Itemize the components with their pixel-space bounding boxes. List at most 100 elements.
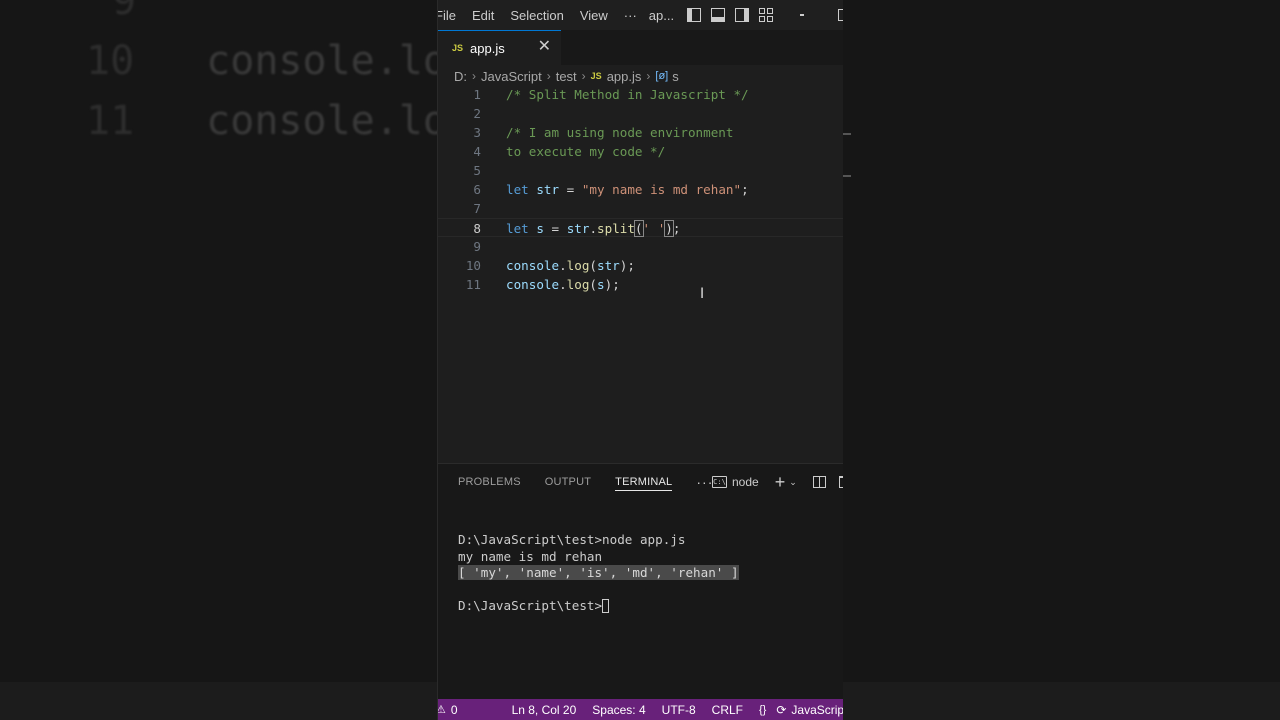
breadcrumb-file[interactable]: app.js	[607, 69, 642, 84]
code-token: ;	[672, 221, 681, 236]
toggle-primary-sidebar-icon[interactable]	[687, 8, 702, 22]
code-token: (	[589, 258, 598, 273]
background-right	[843, 0, 1280, 720]
line-number: 11	[465, 277, 481, 292]
code-token: .	[559, 258, 567, 273]
tab-app-js[interactable]: JS app.js ✕	[438, 30, 561, 65]
terminal-prompt: D:\JavaScript\test>	[458, 598, 603, 613]
code-token: .	[559, 277, 567, 292]
chevron-right-icon: ›	[581, 69, 586, 83]
code-token: console	[506, 277, 560, 292]
close-icon[interactable]: ✕	[538, 39, 551, 55]
tab-problems[interactable]: PROBLEMS	[458, 476, 521, 488]
menu-selection[interactable]: Selection	[502, 8, 571, 23]
bg-mark	[843, 175, 851, 177]
more-actions-icon[interactable]: ···	[696, 474, 713, 490]
code-token: s	[597, 277, 605, 292]
code-line[interactable]: 11 console.log(s);	[438, 275, 843, 294]
code-text: console.log(s);	[506, 275, 620, 294]
menu-more[interactable]: ···	[616, 8, 645, 23]
window-title: ap...	[648, 7, 675, 23]
tab-output[interactable]: OUTPUT	[545, 476, 591, 488]
menu-file[interactable]: File	[438, 8, 464, 23]
chevron-down-icon[interactable]: ⌄	[789, 477, 797, 488]
variable-symbol-icon: [ø]	[655, 70, 669, 82]
bottom-panel: PROBLEMS OUTPUT TERMINAL ··· C:\ node + …	[438, 463, 843, 699]
bg-status-strip	[0, 682, 437, 720]
code-token: let	[506, 221, 529, 236]
line-number: 1	[473, 87, 481, 102]
code-token: log	[566, 277, 590, 292]
code-token: )	[664, 220, 674, 237]
code-line[interactable]: 3 /* I am using node environment	[438, 123, 843, 142]
breadcrumb-symbol[interactable]: s	[672, 69, 679, 84]
code-line[interactable]: 1 /* Split Method in Javascript */	[438, 85, 843, 104]
language-status-icon[interactable]: ⟳	[776, 703, 786, 717]
code-line[interactable]: 7	[438, 199, 843, 218]
trash-icon[interactable]	[838, 476, 843, 488]
code-token: .	[589, 221, 598, 236]
layout-controls	[682, 8, 778, 22]
encoding[interactable]: UTF-8	[662, 703, 696, 717]
line-number: 6	[473, 182, 481, 197]
javascript-file-icon: JS	[590, 71, 602, 81]
minimize-icon[interactable]	[800, 14, 805, 16]
code-token: console	[506, 258, 560, 273]
code-editor[interactable]: 1 /* Split Method in Javascript */ 2 3 /* I …	[438, 85, 843, 463]
warnings-count: 0	[450, 702, 458, 717]
language-mode[interactable]: JavaScript	[791, 703, 843, 717]
line-number: 2	[473, 106, 481, 121]
braces-icon[interactable]: {}	[759, 704, 766, 716]
split-terminal-icon[interactable]	[812, 476, 826, 488]
code-token: to execute my code */	[506, 144, 666, 159]
maximize-icon[interactable]	[838, 9, 843, 21]
code-line[interactable]: 2	[438, 104, 843, 123]
cursor-position[interactable]: Ln 8, Col 20	[512, 703, 577, 717]
vscode-window: File Edit Selection View ··· ap... JS ap…	[437, 0, 843, 720]
code-token: str	[597, 258, 620, 273]
code-text: let s = str.split(' ');	[506, 219, 680, 238]
code-line[interactable]: 5	[438, 161, 843, 180]
line-number: 9	[473, 239, 481, 254]
tab-terminal[interactable]: TERMINAL	[615, 476, 673, 491]
code-line[interactable]: 8 let s = str.split(' ');	[438, 218, 843, 237]
customize-layout-icon[interactable]	[759, 8, 774, 22]
editor-tab-bar: JS app.js ✕	[438, 30, 843, 65]
code-line[interactable]: 9	[438, 237, 843, 256]
line-number: 5	[473, 163, 481, 178]
indentation[interactable]: Spaces: 4	[592, 703, 645, 717]
menu-edit[interactable]: Edit	[464, 8, 502, 23]
breadcrumb-drive[interactable]: D:	[454, 69, 467, 84]
new-terminal-icon[interactable]: +	[775, 473, 786, 491]
terminal-instance-label[interactable]: node	[732, 475, 759, 489]
toggle-secondary-sidebar-icon[interactable]	[735, 8, 750, 22]
warning-icon: ⚠	[438, 703, 446, 716]
code-line[interactable]: 4 to execute my code */	[438, 142, 843, 161]
chevron-right-icon: ›	[646, 69, 651, 83]
toggle-panel-icon[interactable]	[711, 8, 726, 22]
chevron-right-icon: ›	[546, 69, 551, 83]
title-bar: File Edit Selection View ··· ap...	[438, 0, 843, 30]
code-token: ' '	[642, 221, 666, 236]
menu-view[interactable]: View	[572, 8, 616, 23]
javascript-file-icon: JS	[452, 43, 464, 53]
terminal-output[interactable]: D:\JavaScript\test>node app.js my name is…	[458, 532, 739, 615]
terminal-line-selected: [ 'my', 'name', 'is', 'md', 'rehan' ]	[458, 565, 739, 580]
problems-status[interactable]: ⚠ 0	[438, 703, 458, 717]
line-number: 4	[473, 144, 481, 159]
bg-line-number: 9	[112, 0, 137, 24]
background-left: 9 10 console.lo 11 console.lo	[0, 0, 437, 720]
line-number: 10	[465, 258, 481, 273]
end-of-line[interactable]: CRLF	[712, 703, 743, 717]
line-number: 3	[473, 125, 481, 140]
bg-status-strip	[843, 682, 1280, 720]
code-token: s	[536, 221, 544, 236]
breadcrumb-folder-javascript[interactable]: JavaScript	[481, 69, 542, 84]
code-line[interactable]: 10 console.log(str);	[438, 256, 843, 275]
code-token: /* I am using node environment	[506, 125, 734, 140]
breadcrumb-folder-test[interactable]: test	[556, 69, 577, 84]
code-token: ;	[741, 182, 749, 197]
code-line[interactable]: 6 let str = "my name is md rehan";	[438, 180, 843, 199]
terminal-cursor	[602, 599, 610, 613]
breadcrumb: D: › JavaScript › test › JS app.js › [ø]…	[454, 66, 679, 86]
